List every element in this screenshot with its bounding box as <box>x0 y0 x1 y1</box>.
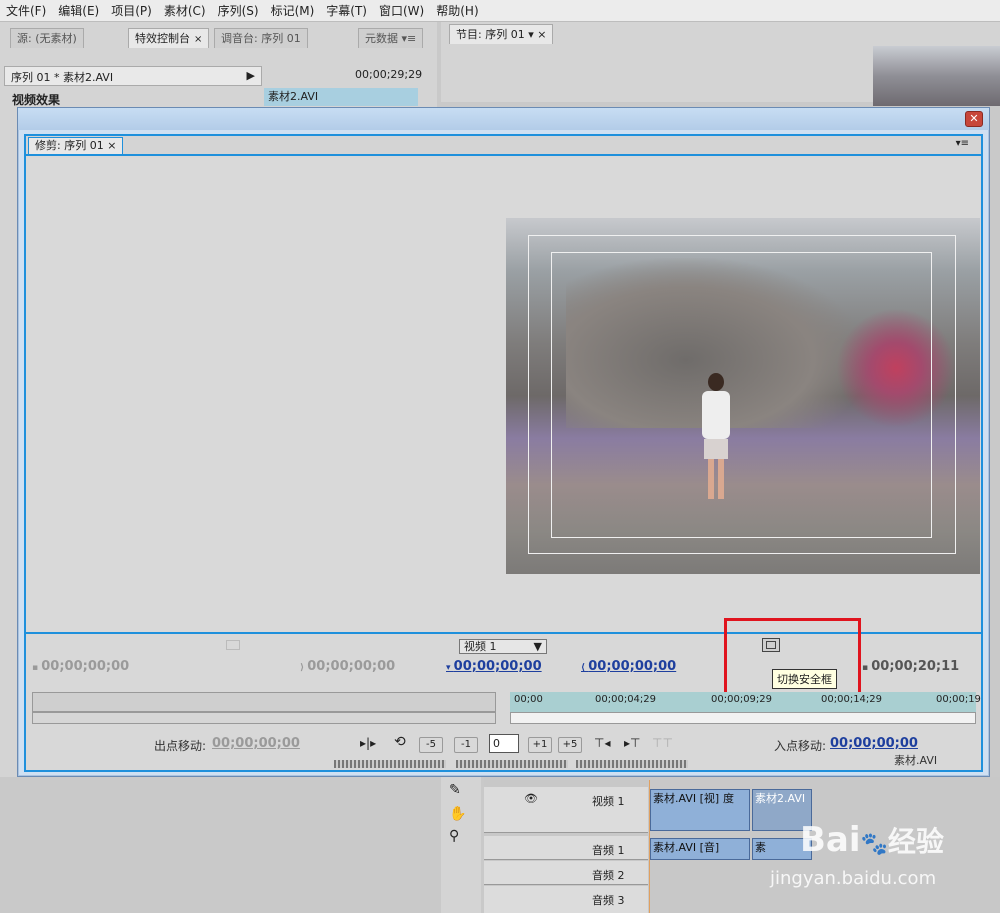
right-scroll-bar[interactable] <box>510 712 976 724</box>
menu-item-4[interactable]: 序列(S) <box>212 0 265 22</box>
tc-left-start[interactable]: ▪ 00;00;00;00 <box>32 659 129 674</box>
tools-panel <box>441 777 481 913</box>
tab-audio-mixer[interactable]: 调音台: 序列 01 <box>214 28 308 48</box>
trim-amount-field[interactable]: 0 <box>489 734 519 753</box>
left-scroll-bar[interactable] <box>32 712 496 724</box>
video-frame <box>506 218 980 574</box>
menu-item-0[interactable]: 文件(F) <box>0 0 52 22</box>
tc-out-point[interactable]: ▾ 00;00;00;00 <box>446 659 542 674</box>
left-scrub-bar[interactable] <box>32 692 496 712</box>
menu-item-6[interactable]: 字幕(T) <box>320 0 373 22</box>
clip-audio1[interactable]: 素材.AVI [音] <box>650 838 750 860</box>
ruler-label-0: 00;00 <box>514 694 543 705</box>
tc-in-point[interactable]: ⟨ 00;00;00;00 <box>581 659 676 674</box>
step-plus5-button[interactable]: +5 <box>558 737 582 753</box>
go-to-prev-edit-icon[interactable]: ⊤◂ <box>594 736 610 750</box>
audio2-label: 音频 2 <box>592 869 625 882</box>
menu-item-2[interactable]: 项目(P) <box>105 0 158 22</box>
tab-metadata[interactable]: 元数据 ▾≡ <box>358 28 424 48</box>
menu-item-1[interactable]: 编辑(E) <box>52 0 105 22</box>
go-to-next-edit-icon[interactable]: ▸⊤ <box>624 736 640 750</box>
menu-bar: 文件(F) 编辑(E) 项目(P) 素材(C) 序列(S) 标记(M) 字幕(T) 窗口(W)… <box>0 0 1000 22</box>
in-shift-label: 入点移动: <box>774 739 827 753</box>
jog-strip-left[interactable] <box>334 760 446 768</box>
menu-item-5[interactable]: 标记(M) <box>265 0 321 22</box>
dialog-close-button[interactable]: ✕ <box>965 111 983 127</box>
clip-video1[interactable]: 素材.AVI [视] 度 <box>650 789 750 831</box>
title-safe-frame <box>551 252 932 538</box>
watermark-logo: Bai🐾经验 <box>800 820 944 860</box>
tab-trim[interactable]: 修剪: 序列 01 × <box>28 137 124 155</box>
trim-left-monitor <box>26 158 506 632</box>
ruler-label-3: 00;00;14;29 <box>821 694 883 705</box>
trim-disabled-icon[interactable]: ⊤⊤ <box>652 736 673 750</box>
tab-program[interactable]: 节目: 序列 01 ▾ × <box>449 24 554 44</box>
step-minus1-button[interactable]: -1 <box>454 737 478 753</box>
panel-menu-icon[interactable]: ▾≡ <box>956 138 969 149</box>
play-edit-icon[interactable]: ▸|▸ <box>360 736 376 750</box>
effect-header: 序列 01 * 素材2.AVI ▶ <box>4 66 262 86</box>
out-shift-value[interactable]: 00;00;00;00 <box>212 736 300 751</box>
menu-item-7[interactable]: 窗口(W) <box>373 0 430 22</box>
trim-tabstrip <box>26 136 981 156</box>
effect-header-label: 序列 01 * 素材2.AVI <box>11 71 114 84</box>
trim-panel: 修剪: 序列 01 × ▾≡ 视频 1 ▼ 切换安全框 ▪ 00;00;00;0… <box>24 134 983 772</box>
eye-icon[interactable]: 👁 <box>524 792 538 805</box>
in-shift-value[interactable]: 00;00;00;00 <box>830 736 918 751</box>
jog-strip-mid[interactable] <box>456 760 568 768</box>
tab-effect-controls[interactable]: 特效控制台 × <box>128 28 210 48</box>
loop-icon[interactable]: ⟲ <box>394 734 406 750</box>
expand-right-icon[interactable]: ▶ <box>247 69 255 82</box>
menu-item-8[interactable]: 帮助(H) <box>430 0 484 22</box>
audio3-label: 音频 3 <box>592 894 625 907</box>
step-minus5-button[interactable]: -5 <box>419 737 443 753</box>
dialog-titlebar <box>18 108 989 130</box>
zoom-tool-icon[interactable]: ⚲ <box>449 828 459 844</box>
program-preview-thumb <box>873 46 1000 106</box>
pen-tool-icon[interactable]: ✎ <box>449 782 461 798</box>
jog-strip-right[interactable] <box>576 760 688 768</box>
tc-left-out[interactable]: ⟩ 00;00;00;00 <box>300 659 395 674</box>
track-select[interactable]: 视频 1 ▼ <box>459 639 547 654</box>
out-shift-label: 出点移动: <box>154 739 207 753</box>
video1-label: 视频 1 <box>592 795 625 808</box>
step-plus1-button[interactable]: +1 <box>528 737 552 753</box>
video-effects-label: 视频效果 <box>12 93 61 107</box>
ruler-label-4: 00;00;19 <box>936 694 981 705</box>
hand-tool-icon[interactable]: ✋ <box>449 806 466 822</box>
tab-source[interactable]: 源: (无素材) <box>10 28 84 48</box>
audio1-label: 音频 1 <box>592 844 625 857</box>
ruler-label-1: 00;00;04;29 <box>595 694 657 705</box>
safe-margin-icon-left[interactable] <box>226 640 240 650</box>
watermark-url: jingyan.baidu.com <box>770 868 937 889</box>
ruler-label-2: 00;00;09;29 <box>711 694 773 705</box>
trim-dialog: ✕ 修剪: 序列 01 × ▾≡ 视频 1 ▼ 切换安全框 ▪ 00;00;00… <box>17 107 990 777</box>
effect-timecode: 00;00;29;29 <box>355 68 423 81</box>
tc-right-duration[interactable]: ▪ 00;00;20;11 <box>862 659 959 674</box>
menu-item-3[interactable]: 素材(C) <box>158 0 212 22</box>
effect-clip-bar: 素材2.AVI <box>264 88 418 106</box>
clip-name-label: 素材.AVI <box>894 754 938 767</box>
